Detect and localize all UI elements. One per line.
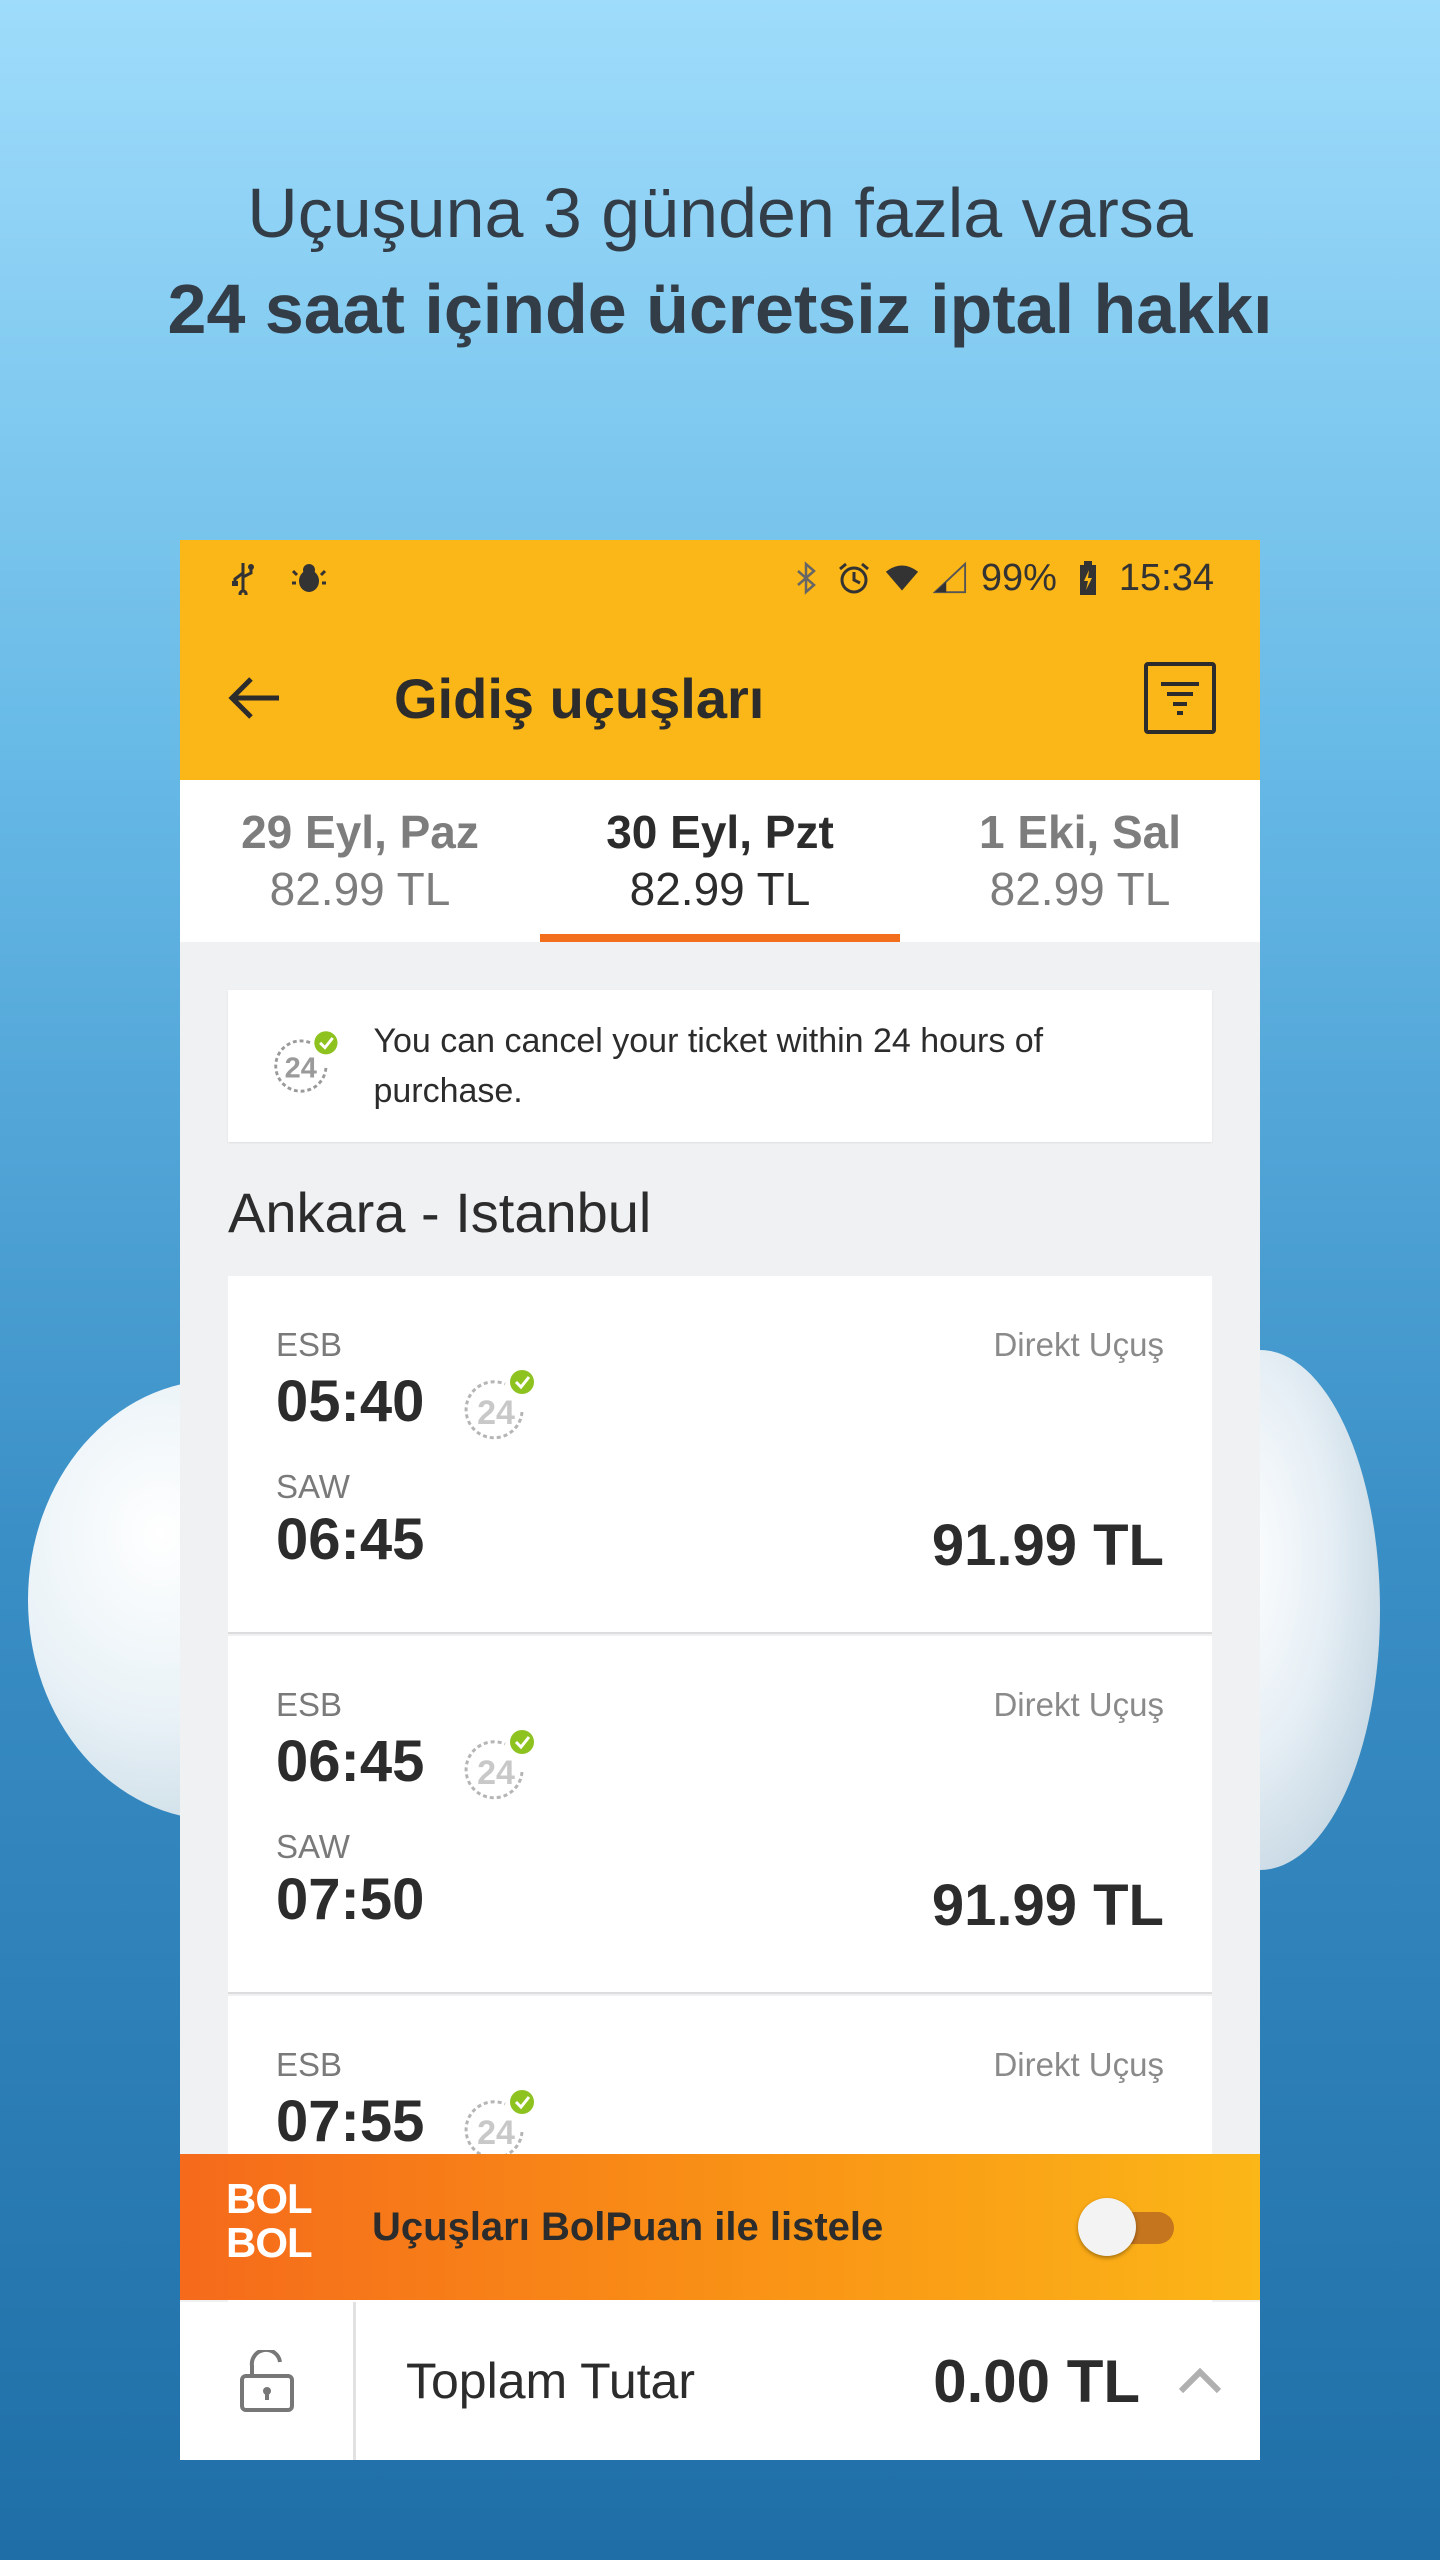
total-bar: Toplam Tutar 0.00 TL: [180, 2302, 1260, 2460]
logo-line-2: BOL: [226, 2219, 313, 2266]
tab-date-price: 82.99 TL: [269, 863, 451, 915]
filter-icon: [1161, 682, 1199, 715]
bolpuan-bar: BOL BOL Uçuşları BolPuan ile listele: [180, 2154, 1260, 2300]
alarm-icon: [837, 561, 871, 595]
page-title: Gidiş uçuşları: [394, 666, 765, 730]
flight-type: Direkt Uçuş: [993, 1686, 1164, 1723]
departure-airport-code: ESB: [276, 2046, 343, 2083]
bug-icon: [292, 561, 326, 595]
promo-headline: Uçuşuna 3 günden fazla varsa 24 saat içi…: [0, 165, 1440, 357]
bluetooth-icon: [789, 561, 823, 595]
flight-type: Direkt Uçuş: [993, 2046, 1164, 2083]
badge-text: 24: [477, 1754, 515, 1792]
total-label: Toplam Tutar: [406, 2353, 696, 2409]
arrival-airport-code: SAW: [276, 1828, 350, 1865]
cancel-24h-icon: 24: [464, 1730, 534, 1800]
tab-date-selected[interactable]: 30 Eyl, Pzt 82.99 TL: [540, 780, 900, 942]
tab-date-label: 30 Eyl, Pzt: [606, 806, 834, 858]
flight-card[interactable]: ESB 06:45 24 SAW 07:50 Direkt Uçuş 91.99…: [228, 1636, 1212, 1994]
bolbol-logo: BOL BOL: [226, 2177, 326, 2277]
battery-icon: [1071, 561, 1105, 595]
wifi-icon: [885, 561, 919, 595]
logo-line-1: BOL: [226, 2175, 313, 2222]
badge-text: 24: [477, 2114, 515, 2152]
cancel-24h-icon: 24: [274, 1031, 338, 1093]
flight-card[interactable]: ESB 05:40 24 SAW 06:45 Direkt Uçuş 91.99…: [228, 1276, 1212, 1634]
departure-airport-code: ESB: [276, 1326, 343, 1363]
promo-line-1: Uçuşuna 3 günden fazla varsa: [247, 174, 1193, 252]
chevron-up-icon: [1178, 2367, 1222, 2394]
tab-date-next[interactable]: 1 Eki, Sal 82.99 TL: [900, 780, 1260, 942]
arrival-time: 07:50: [276, 1867, 425, 1932]
bolpuan-label: Uçuşları BolPuan ile listele: [372, 2204, 884, 2249]
cancellation-info-card: 24 You can cancel your ticket within 24 …: [228, 990, 1212, 1142]
tab-date-label: 1 Eki, Sal: [978, 806, 1181, 858]
filter-button[interactable]: [1144, 662, 1216, 734]
flight-price: 91.99 TL: [931, 1873, 1164, 1938]
flight-type: Direkt Uçuş: [993, 1326, 1164, 1363]
tab-date-price: 82.99 TL: [989, 863, 1171, 915]
tab-date-label: 29 Eyl, Paz: [241, 806, 479, 858]
arrow-left-icon: [228, 677, 279, 719]
signal-icon: [932, 561, 967, 595]
toggle-knob: [1078, 2198, 1136, 2256]
badge-text: 24: [477, 1394, 515, 1432]
bolpuan-toggle[interactable]: [1078, 2198, 1174, 2256]
usb-icon: [226, 561, 260, 595]
date-tabs: 29 Eyl, Paz 82.99 TL 30 Eyl, Pzt 82.99 T…: [180, 780, 1260, 942]
cancel-24h-icon: 24: [464, 1370, 534, 1440]
app-bar: Gidiş uçuşları: [180, 616, 1260, 780]
phone-screen: 99% 15:34 Gidiş uçuşları 29 Eyl, Paz 82.…: [180, 540, 1260, 2460]
arrival-time: 06:45: [276, 1507, 425, 1572]
badge-text: 24: [285, 1053, 317, 1085]
promo-line-2: 24 saat içinde ücretsiz iptal hakkı: [167, 270, 1273, 348]
route-title: Ankara - Istanbul: [228, 1181, 652, 1244]
departure-time: 07:55: [276, 2089, 425, 2154]
tab-date-price: 82.99 TL: [629, 863, 811, 915]
departure-airport-code: ESB: [276, 1686, 343, 1723]
tab-date-prev[interactable]: 29 Eyl, Paz 82.99 TL: [180, 780, 540, 942]
clock-time: 15:34: [1118, 556, 1214, 599]
total-amount: 0.00 TL: [933, 2347, 1140, 2415]
flight-price: 91.99 TL: [931, 1513, 1164, 1578]
arrival-airport-code: SAW: [276, 1468, 350, 1505]
status-bar: 99% 15:34: [180, 540, 1260, 616]
back-button[interactable]: [224, 668, 284, 728]
departure-time: 05:40: [276, 1369, 425, 1434]
departure-time: 06:45: [276, 1729, 425, 1794]
battery-percent: 99%: [980, 556, 1057, 599]
cancellation-info-text: You can cancel your ticket within 24 hou…: [373, 1022, 1044, 1110]
unlock-icon: [239, 2350, 294, 2412]
expand-total-button[interactable]: [1140, 2367, 1260, 2395]
lock-button[interactable]: [180, 2302, 356, 2460]
